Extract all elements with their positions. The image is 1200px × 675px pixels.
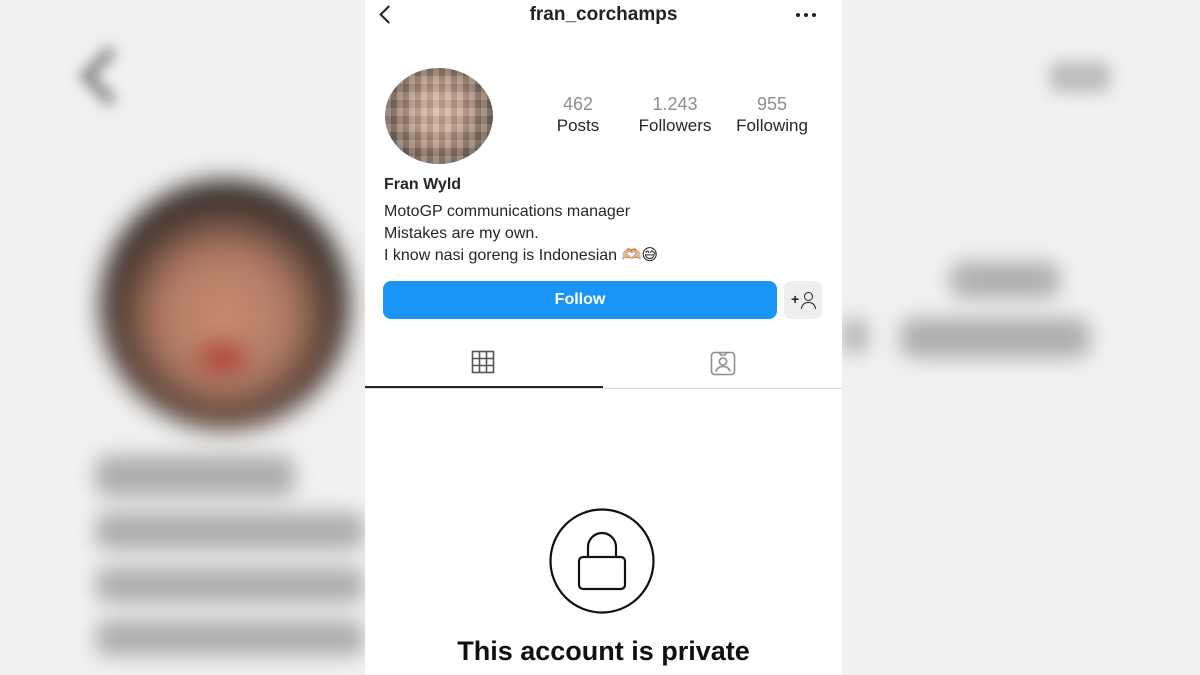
profile-tabs xyxy=(365,340,842,389)
blurred-text-block xyxy=(842,318,867,354)
blurred-text-block xyxy=(950,262,1060,298)
blurred-more-icon xyxy=(1050,62,1110,92)
stat-posts[interactable]: 462 Posts xyxy=(528,94,628,138)
blurred-text-block xyxy=(95,455,295,497)
blurred-text-block xyxy=(95,620,365,656)
tab-posts-grid[interactable] xyxy=(365,340,603,388)
followers-label: Followers xyxy=(638,116,712,135)
blurred-avatar xyxy=(100,180,350,430)
followers-count: 1.243 xyxy=(652,94,698,114)
more-horizontal-icon[interactable] xyxy=(795,4,819,24)
bio-line: Mistakes are my own. xyxy=(384,225,539,242)
blurred-text-block xyxy=(95,567,365,603)
stat-followers[interactable]: 1.243 Followers xyxy=(625,94,725,138)
bio-line: I know nasi goreng is Indonesian 🫶🏼😅 xyxy=(384,247,659,264)
profile-name: Fran Wyld xyxy=(384,176,462,193)
profile-card: fran_corchamps 462 Posts 1.243 Followers… xyxy=(365,0,842,675)
blurred-text-block xyxy=(900,318,1090,358)
avatar[interactable] xyxy=(385,68,493,164)
posts-count: 462 xyxy=(562,94,594,114)
blurred-text-block xyxy=(95,512,365,550)
posts-label: Posts xyxy=(556,116,600,135)
bio-line: MotoGP communications manager xyxy=(384,203,631,220)
profile-username: fran_corchamps xyxy=(529,4,678,25)
tab-tagged[interactable] xyxy=(604,340,842,386)
profile-bio: MotoGP communications manager Mistakes a… xyxy=(384,201,658,267)
profile-stats: 462 Posts 1.243 Followers 955 Following xyxy=(545,94,825,140)
lock-icon xyxy=(549,508,655,614)
following-count: 955 xyxy=(756,94,788,114)
following-label: Following xyxy=(736,116,808,135)
blurred-back-icon xyxy=(70,45,130,105)
grid-icon xyxy=(471,350,495,374)
follow-button[interactable]: Follow xyxy=(383,281,777,319)
stat-following[interactable]: 955 Following xyxy=(722,94,822,138)
top-bar: fran_corchamps xyxy=(365,0,842,30)
suggested-users-button[interactable]: + xyxy=(784,281,822,319)
private-account-title: This account is private xyxy=(457,636,750,666)
tagged-icon xyxy=(710,350,736,376)
